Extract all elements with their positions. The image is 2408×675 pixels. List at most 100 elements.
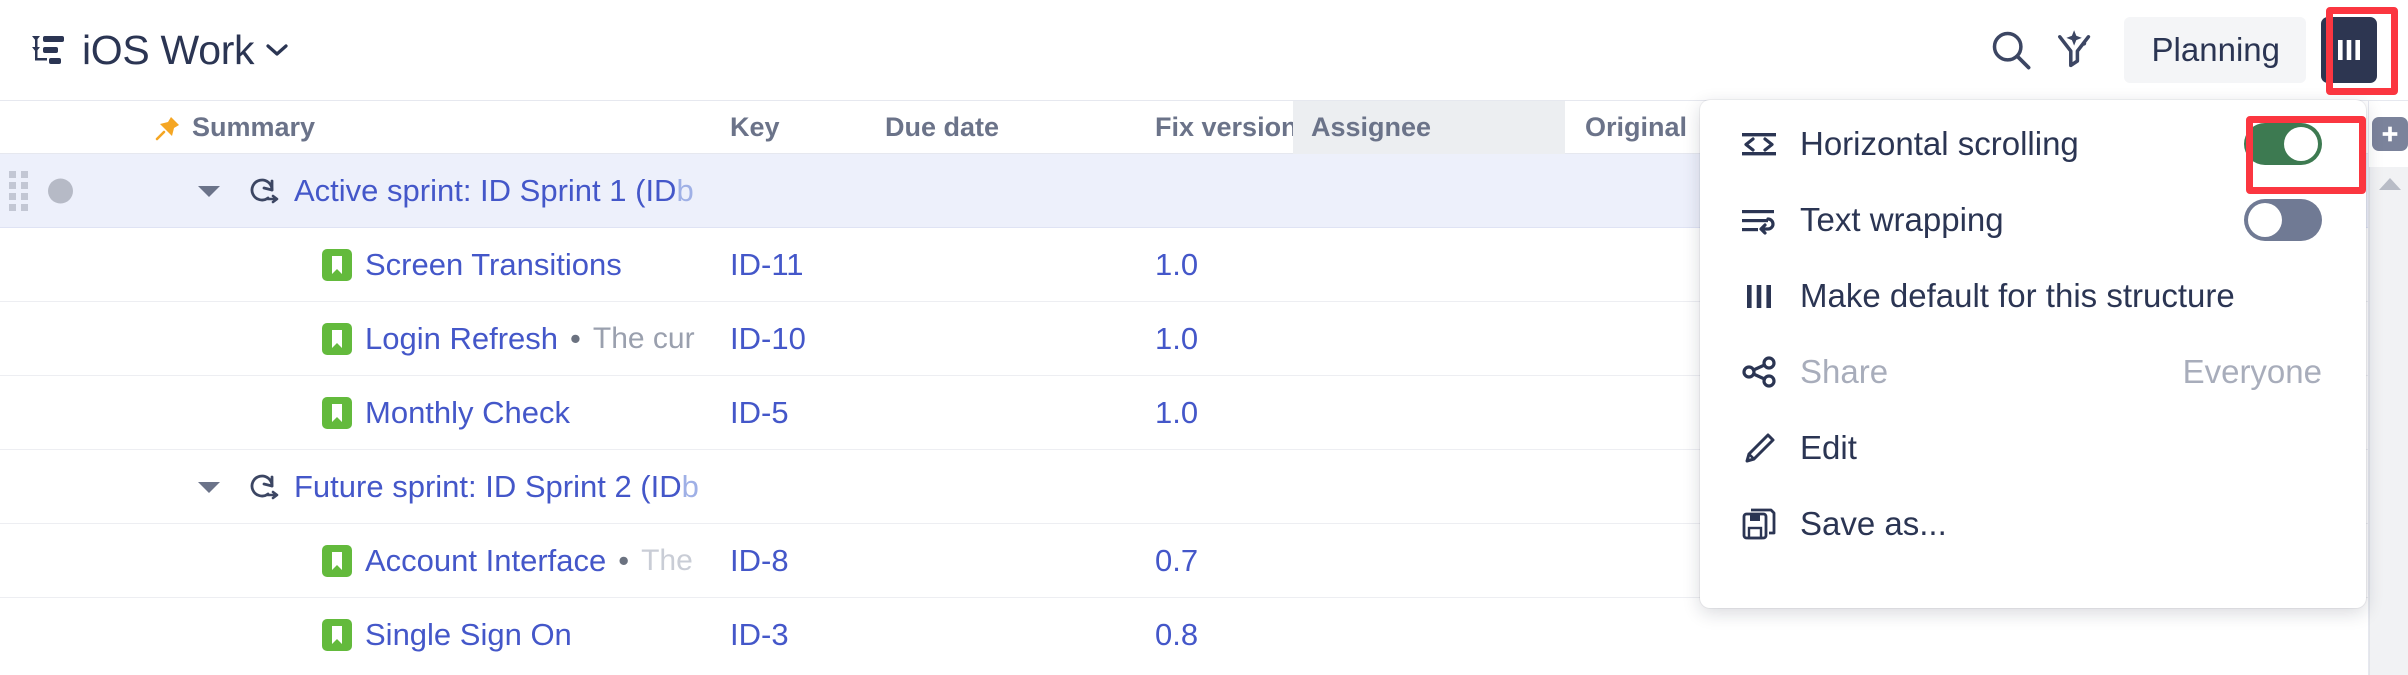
sprint-icon (248, 472, 282, 502)
cell-assignee[interactable] (1293, 376, 1565, 450)
fix-version-value[interactable]: 1.0 (1155, 395, 1198, 431)
sprint-title-text: Active sprint: ID Sprint 1 (ID (294, 173, 676, 209)
issue-separator: • (570, 321, 581, 357)
issue-title[interactable]: Account Interface (365, 543, 606, 579)
share-icon (1740, 353, 1778, 391)
collapse-toggle-icon[interactable] (196, 183, 222, 199)
fix-version-value[interactable]: 1.0 (1155, 247, 1198, 283)
toggle-knob (2284, 127, 2318, 161)
cell-key[interactable]: ID-5 (730, 376, 880, 450)
issue-summary-cell[interactable]: Monthly Check (322, 376, 722, 450)
cell-due-date[interactable] (885, 228, 1140, 302)
menu-item-make-default[interactable]: Make default for this structure (1700, 258, 2366, 334)
cell-assignee[interactable] (1293, 598, 1565, 672)
text-wrapping-toggle[interactable] (2244, 199, 2322, 241)
column-header-label: Assignee (1311, 112, 1431, 143)
columns-icon (2334, 35, 2364, 65)
cell-assignee[interactable] (1293, 302, 1565, 376)
cell-key[interactable]: ID-10 (730, 302, 880, 376)
issue-title[interactable]: Login Refresh (365, 321, 558, 357)
cell-fix-version[interactable]: 1.0 (1155, 376, 1293, 450)
cell-key[interactable]: ID-11 (730, 228, 880, 302)
add-column-button[interactable] (2372, 117, 2408, 151)
issue-title[interactable]: Monthly Check (365, 395, 570, 431)
triangle-up-icon[interactable] (2378, 177, 2402, 191)
column-header-fix-version[interactable]: Fix version (1155, 101, 1293, 154)
issue-key-link[interactable]: ID-3 (730, 617, 789, 653)
structure-icon (30, 35, 64, 65)
column-header-assignee[interactable]: Assignee (1293, 101, 1565, 154)
menu-item-text-wrapping[interactable]: Text wrapping (1700, 182, 2366, 258)
menu-item-save-as[interactable]: Save as... (1700, 486, 2366, 562)
search-icon[interactable] (1980, 19, 2042, 81)
cell-fix-version[interactable]: 0.8 (1155, 598, 1293, 672)
issue-separator: • (618, 543, 629, 579)
issue-key-link[interactable]: ID-5 (730, 395, 789, 431)
menu-item-label: Text wrapping (1800, 201, 2004, 239)
cell-fix-version[interactable]: 1.0 (1155, 302, 1293, 376)
cell-fix-version[interactable]: 0.7 (1155, 524, 1293, 598)
sprint-row-title[interactable]: Future sprint: ID Sprint 2 (ID b (294, 450, 734, 524)
grid-right-rail (2368, 101, 2408, 675)
text-wrap-icon (1740, 201, 1778, 239)
issue-key-link[interactable]: ID-10 (730, 321, 806, 357)
cell-assignee[interactable] (1293, 524, 1565, 598)
sprint-title-truncated: b (682, 469, 699, 505)
row-status-dot (48, 178, 73, 203)
views-panel-button[interactable] (2321, 17, 2377, 83)
story-icon (322, 397, 352, 429)
horizontal-scroll-icon (1740, 125, 1778, 163)
fix-version-value[interactable]: 0.8 (1155, 617, 1198, 653)
menu-item-edit[interactable]: Edit (1700, 410, 2366, 486)
table-row[interactable]: Single Sign On ID-3 0.8 (0, 598, 2368, 672)
sprint-title-truncated: b (676, 173, 693, 209)
fix-version-value[interactable]: 0.7 (1155, 543, 1198, 579)
horizontal-scrolling-toggle[interactable] (2244, 123, 2322, 165)
cell-due-date[interactable] (885, 376, 1140, 450)
cell-key[interactable]: ID-3 (730, 598, 880, 672)
current-view-label: Planning (2152, 31, 2306, 69)
menu-item-label: Make default for this structure (1800, 277, 2235, 315)
column-header-label: Key (730, 112, 780, 143)
sprint-icon (248, 176, 282, 206)
issue-key-link[interactable]: ID-11 (730, 247, 804, 283)
cell-assignee[interactable] (1293, 228, 1565, 302)
collapse-toggle-icon[interactable] (196, 479, 222, 495)
issue-summary-cell[interactable]: Single Sign On (322, 598, 722, 672)
issue-summary-cell[interactable]: Account Interface • The (322, 524, 722, 598)
vertical-scrollbar[interactable] (2369, 167, 2408, 675)
menu-item-label: Share (1800, 353, 1888, 391)
issue-summary-cell[interactable]: Screen Transitions (322, 228, 722, 302)
top-toolbar: iOS Work Planning (0, 0, 2408, 101)
view-selector[interactable]: Planning (2124, 17, 2306, 83)
views-button-wrapper (2312, 13, 2386, 87)
fix-version-value[interactable]: 1.0 (1155, 321, 1198, 357)
issue-summary-cell[interactable]: Login Refresh • The cur (322, 302, 722, 376)
column-header-due-date[interactable]: Due date (885, 101, 1140, 154)
cell-key[interactable]: ID-8 (730, 524, 880, 598)
column-header-summary[interactable]: Summary (155, 101, 655, 154)
issue-title[interactable]: Screen Transitions (365, 247, 622, 283)
cell-due-date[interactable] (885, 598, 1140, 672)
toggle-knob (2248, 203, 2282, 237)
drag-handle-icon[interactable] (8, 170, 30, 212)
story-icon (322, 545, 352, 577)
story-icon (322, 249, 352, 281)
issue-title[interactable]: Single Sign On (365, 617, 572, 653)
column-header-label: Summary (192, 112, 315, 143)
cell-fix-version[interactable]: 1.0 (1155, 228, 1293, 302)
menu-item-label: Edit (1800, 429, 1857, 467)
cell-due-date[interactable] (885, 524, 1140, 598)
chevron-down-icon[interactable] (266, 43, 288, 57)
sprint-row-title[interactable]: Active sprint: ID Sprint 1 (ID b (294, 154, 734, 228)
share-scope-value: Everyone (2183, 353, 2322, 391)
menu-item-horizontal-scrolling[interactable]: Horizontal scrolling (1700, 106, 2366, 182)
menu-item-label: Save as... (1800, 505, 1947, 543)
cell-original-estimate[interactable] (1585, 598, 1785, 672)
column-header-key[interactable]: Key (730, 101, 880, 154)
issue-key-link[interactable]: ID-8 (730, 543, 789, 579)
cell-due-date[interactable] (885, 302, 1140, 376)
issue-description: The cur (593, 322, 695, 356)
view-options-menu: Horizontal scrolling Text wrapping (1700, 100, 2366, 608)
filter-sparkle-icon[interactable] (2042, 19, 2104, 81)
